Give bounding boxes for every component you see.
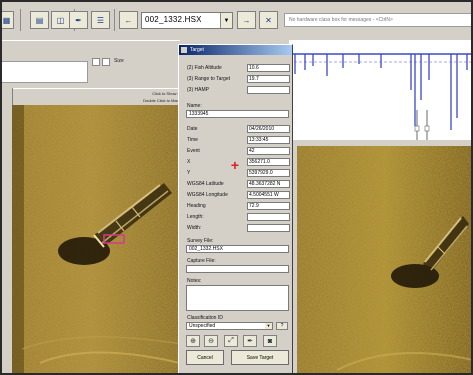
capture-file-label: Capture File: (187, 258, 216, 264)
crosshair-icon: + (230, 157, 240, 173)
width-label: Width: (187, 225, 202, 231)
classification-label: Classification ID (187, 315, 223, 321)
time-field[interactable]: 13:33:45 (247, 136, 290, 144)
size-label: Size (114, 58, 124, 64)
survey-file-field[interactable]: 002_1332.HSX (186, 245, 289, 253)
x-field[interactable]: 356271.0 (247, 158, 290, 166)
status-field: No hardware class box for messages - <Ct… (284, 13, 473, 27)
file-combo-value: 002_1332.HSX (145, 15, 202, 24)
date-label: Date (187, 126, 198, 132)
wgs-lon-field[interactable]: 4.5004551 W (247, 191, 290, 199)
heading-label: Heading (187, 203, 206, 209)
length-label: Length: (187, 214, 204, 220)
sonar-image-left[interactable] (12, 105, 188, 375)
hint-show: Click to Show F (152, 91, 180, 96)
left-options-panel: Size (0, 40, 180, 89)
length-field[interactable] (247, 213, 290, 221)
wgs-lon-label: WGS84 Longitude (187, 192, 228, 198)
file-combo[interactable]: 002_1332.HSX ▼ (141, 12, 233, 29)
time-label: Time (187, 137, 198, 143)
sonar-image-right[interactable] (297, 146, 473, 375)
close-icon[interactable]: ✕ (259, 11, 278, 29)
target-dialog: Target (2) Fish Altitude 10.6 (3) Range … (178, 44, 293, 375)
chevron-down-icon[interactable]: ▼ (220, 13, 232, 28)
heading-field[interactable]: 72.9 (247, 202, 290, 210)
grid-icon[interactable]: ▦ (0, 11, 14, 29)
toolbar-separator (114, 9, 115, 31)
fish-altitude-field[interactable]: 10.6 (247, 64, 290, 72)
hamp-label: (3) HAMP (187, 87, 209, 93)
list-icon[interactable]: ☰ (91, 11, 110, 29)
event-label: Event (187, 148, 200, 154)
document-icon[interactable]: ▤ (30, 11, 49, 29)
range-field[interactable]: 19.7 (247, 75, 290, 83)
fit-view-icon[interactable]: ⤢ (224, 335, 238, 347)
date-field[interactable]: 04/26/2010 (247, 125, 290, 133)
options-list[interactable] (0, 61, 88, 83)
dialog-titlebar[interactable]: Target (179, 45, 292, 55)
fish-altitude-label: (2) Fish Altitude (187, 65, 222, 71)
hint-mark: Double Click to Mark (143, 98, 180, 103)
wgs-lat-field[interactable]: 48.3637282 N (247, 180, 290, 188)
chevron-down-icon[interactable]: ▼ (265, 323, 272, 329)
range-label: (3) Range to Target (187, 76, 230, 82)
event-field[interactable]: 42 (247, 147, 290, 155)
save-target-button[interactable]: Save Target (231, 350, 289, 365)
target-icon (181, 47, 187, 53)
y-field[interactable]: 5397929.0 (247, 169, 290, 177)
arrow-left-icon[interactable]: ← (119, 11, 138, 29)
notes-label: Notes: (187, 278, 202, 284)
option-checkbox[interactable] (102, 58, 110, 66)
classification-select[interactable]: Unspecified ▼ (186, 322, 273, 330)
toolbar: ▦ ▤ ◫ ✒ ☰ ← 002_1332.HSX ▼ → ✕ No hardwa… (0, 0, 473, 40)
option-checkbox[interactable] (92, 58, 100, 66)
name-field[interactable]: 1333945 (186, 110, 289, 118)
zoom-out-icon[interactable]: ⊖ (204, 335, 218, 347)
help-button[interactable]: ? (276, 322, 288, 330)
window-icon[interactable]: ◫ (51, 11, 70, 29)
pen-icon[interactable]: ✒ (69, 11, 88, 29)
app-window: ▦ ▤ ◫ ✒ ☰ ← 002_1332.HSX ▼ → ✕ No hardwa… (0, 0, 473, 375)
cancel-button[interactable]: Cancel (186, 350, 224, 365)
capture-file-field[interactable] (186, 265, 289, 273)
dialog-title: Target (190, 47, 204, 53)
arrow-right-icon[interactable]: → (237, 11, 256, 29)
toolbar-separator (20, 9, 21, 31)
width-field[interactable] (247, 224, 290, 232)
camera-icon[interactable]: ◙ (263, 335, 277, 347)
wgs-lat-label: WGS84 Latitude (187, 181, 224, 187)
hamp-field[interactable] (247, 86, 290, 94)
zoom-in-icon[interactable]: ⊕ (186, 335, 200, 347)
survey-file-label: Survey File: (187, 238, 214, 244)
x-label: X (187, 159, 191, 165)
altitude-plot[interactable] (289, 40, 473, 140)
y-label: Y (187, 170, 191, 176)
name-label: Name: (187, 103, 202, 109)
notes-textarea[interactable] (186, 285, 289, 311)
pen-icon[interactable]: ✒ (243, 335, 257, 347)
classification-value: Unspecified (189, 323, 216, 329)
